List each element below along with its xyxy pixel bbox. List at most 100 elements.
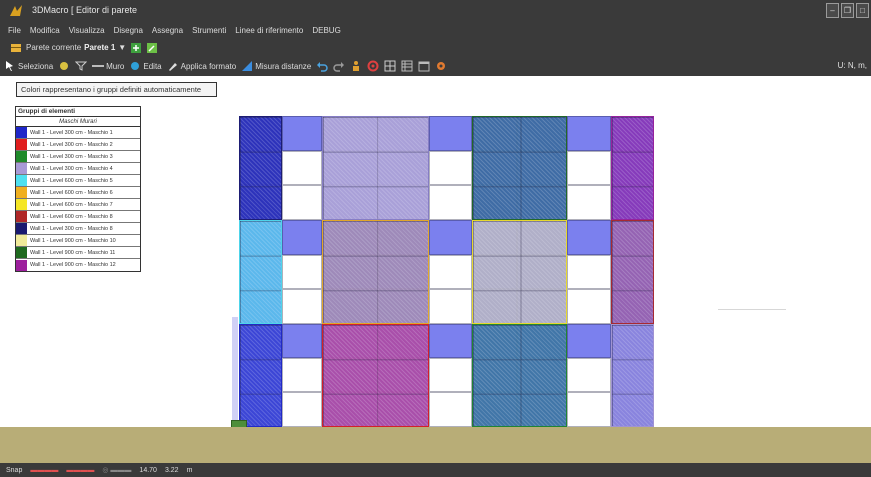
ortho-toggle[interactable]: ▬▬▬▬ — [30, 467, 58, 474]
coord-x-readout: 14.70 — [139, 466, 157, 474]
current-wall-value: Parete 1 — [84, 43, 116, 52]
redo-icon[interactable] — [333, 60, 345, 72]
wall-grid-cell — [282, 220, 322, 255]
legend-swatch — [16, 211, 27, 222]
pier-panel-grid — [323, 325, 428, 426]
grid-icon[interactable] — [384, 60, 396, 72]
legend-label: Wall 1 - Level 900 cm - Maschio 11 — [30, 249, 116, 256]
target-icon[interactable] — [367, 60, 379, 72]
measure-tool-label: Misura distanze — [255, 61, 312, 71]
menu-debug[interactable]: DEBUG — [312, 26, 340, 35]
measure-tool[interactable]: Misura distanze — [241, 60, 311, 72]
units-readout: U: N, m, — [837, 61, 867, 70]
pier-panel-grid — [612, 325, 653, 426]
pier-panel[interactable] — [322, 220, 429, 324]
legend-swatch — [16, 127, 27, 138]
menu-bar: File Modifica Visualizza Disegna Assegna… — [0, 22, 871, 39]
legend-label: Wall 1 - Level 600 cm - Maschio 5 — [30, 177, 113, 184]
pier-panel-grid — [612, 117, 653, 219]
wall-grid-cell — [429, 255, 472, 289]
menu-visualizza[interactable]: Visualizza — [69, 26, 105, 35]
pier-panel[interactable] — [322, 324, 429, 427]
wall-grid-cell — [567, 151, 611, 185]
pier-panel[interactable] — [239, 220, 282, 324]
wall-grid-cell — [567, 358, 611, 392]
wall-grid-cell — [282, 255, 322, 289]
table-icon[interactable] — [401, 60, 413, 72]
calendar-icon[interactable] — [418, 60, 430, 72]
pier-panel[interactable] — [472, 116, 567, 220]
add-wall-icon[interactable] — [130, 42, 142, 54]
menu-strumenti[interactable]: Strumenti — [192, 26, 226, 35]
select-tool[interactable]: Seleziona — [4, 60, 53, 72]
polar-toggle[interactable]: ▬▬▬▬ — [66, 467, 94, 474]
legend-label: Wall 1 - Level 600 cm - Maschio 8 — [30, 213, 113, 220]
edit-wall-icon[interactable] — [146, 42, 158, 54]
apply-format-tool[interactable]: Applica formato — [167, 60, 237, 72]
pier-panel-grid — [473, 221, 566, 323]
pier-panel[interactable] — [239, 116, 282, 220]
restore-button[interactable]: ❐ — [841, 3, 854, 18]
wall-grid-cell — [282, 185, 322, 220]
pier-panel[interactable] — [611, 116, 654, 220]
osnap-toggle[interactable]: ◎ ▬▬▬ — [102, 466, 131, 474]
current-wall-select[interactable]: Parete corrente Parete 1 ▼ — [26, 43, 126, 52]
legend-label: Wall 1 - Level 600 cm - Maschio 7 — [30, 201, 113, 208]
color-tool-icon[interactable] — [58, 60, 70, 72]
filter-icon[interactable] — [75, 60, 88, 72]
wall-grid-cell — [282, 289, 322, 324]
wall-grid-cell — [567, 392, 611, 427]
legend-row: Wall 1 - Level 900 cm - Maschio 10 — [16, 235, 140, 247]
legend-row: Wall 1 - Level 600 cm - Maschio 8 — [16, 211, 140, 223]
edit-tool[interactable]: Edita — [129, 60, 162, 72]
pier-panel[interactable] — [322, 116, 429, 220]
legend-label: Wall 1 - Level 300 cm - Maschio 8 — [30, 225, 113, 232]
legend-label: Wall 1 - Level 300 cm - Maschio 2 — [30, 141, 113, 148]
legend-swatch — [16, 175, 27, 186]
pier-panel-grid — [323, 221, 428, 323]
apply-format-label: Applica formato — [180, 61, 237, 71]
legend-swatch — [16, 259, 27, 271]
legend-title: Gruppi di elementi — [16, 107, 140, 117]
legend-row: Wall 1 - Level 300 cm - Maschio 3 — [16, 151, 140, 163]
close-button[interactable]: □ — [856, 3, 869, 18]
groups-toggle-button[interactable]: Colori rappresentano i gruppi definiti a… — [16, 82, 217, 97]
menu-modifica[interactable]: Modifica — [30, 26, 60, 35]
minimize-button[interactable]: – — [826, 3, 839, 18]
drawing-canvas[interactable]: Colori rappresentano i gruppi definiti a… — [0, 76, 871, 463]
pier-panel[interactable] — [472, 324, 567, 427]
app-window: 3DMacro [ Editor di parete – ❐ □ File Mo… — [0, 0, 871, 477]
gear-icon[interactable] — [435, 60, 447, 72]
person-icon[interactable] — [350, 60, 362, 72]
wall-grid-cell — [429, 358, 472, 392]
wall-grid-cell — [282, 358, 322, 392]
edit-tool-label: Edita — [143, 61, 162, 71]
pier-panel[interactable] — [239, 324, 282, 427]
wall-grid-cell — [429, 220, 472, 255]
menu-file[interactable]: File — [8, 26, 21, 35]
wall-grid-cell — [282, 324, 322, 358]
legend-label: Wall 1 - Level 600 cm - Maschio 6 — [30, 189, 113, 196]
pier-panel[interactable] — [611, 324, 654, 427]
wall-grid-cell — [567, 116, 611, 151]
legend-row: Wall 1 - Level 900 cm - Maschio 12 — [16, 259, 140, 271]
ruler-icon — [242, 61, 253, 71]
undo-icon[interactable] — [316, 60, 328, 72]
pier-panel[interactable] — [472, 220, 567, 324]
legend-swatch — [16, 163, 27, 174]
cursor-icon — [6, 61, 13, 71]
snap-toggle[interactable]: Snap — [6, 467, 22, 474]
reference-line — [718, 309, 786, 310]
wall-icon — [11, 43, 21, 52]
coord-y-readout: 3.22 — [164, 466, 179, 474]
menu-assegna[interactable]: Assegna — [152, 26, 183, 35]
legend-swatch — [16, 139, 27, 150]
wall-tool[interactable]: Muro — [92, 60, 124, 72]
pier-panel-grid — [240, 221, 281, 323]
wall-elevation[interactable] — [239, 116, 654, 427]
menu-linee-riferimento[interactable]: Linee di riferimento — [235, 26, 303, 35]
legend-label: Wall 1 - Level 300 cm - Maschio 1 — [30, 129, 113, 136]
legend-label: Wall 1 - Level 900 cm - Maschio 10 — [30, 237, 116, 244]
pier-panel[interactable] — [611, 220, 654, 324]
menu-disegna[interactable]: Disegna — [114, 26, 143, 35]
